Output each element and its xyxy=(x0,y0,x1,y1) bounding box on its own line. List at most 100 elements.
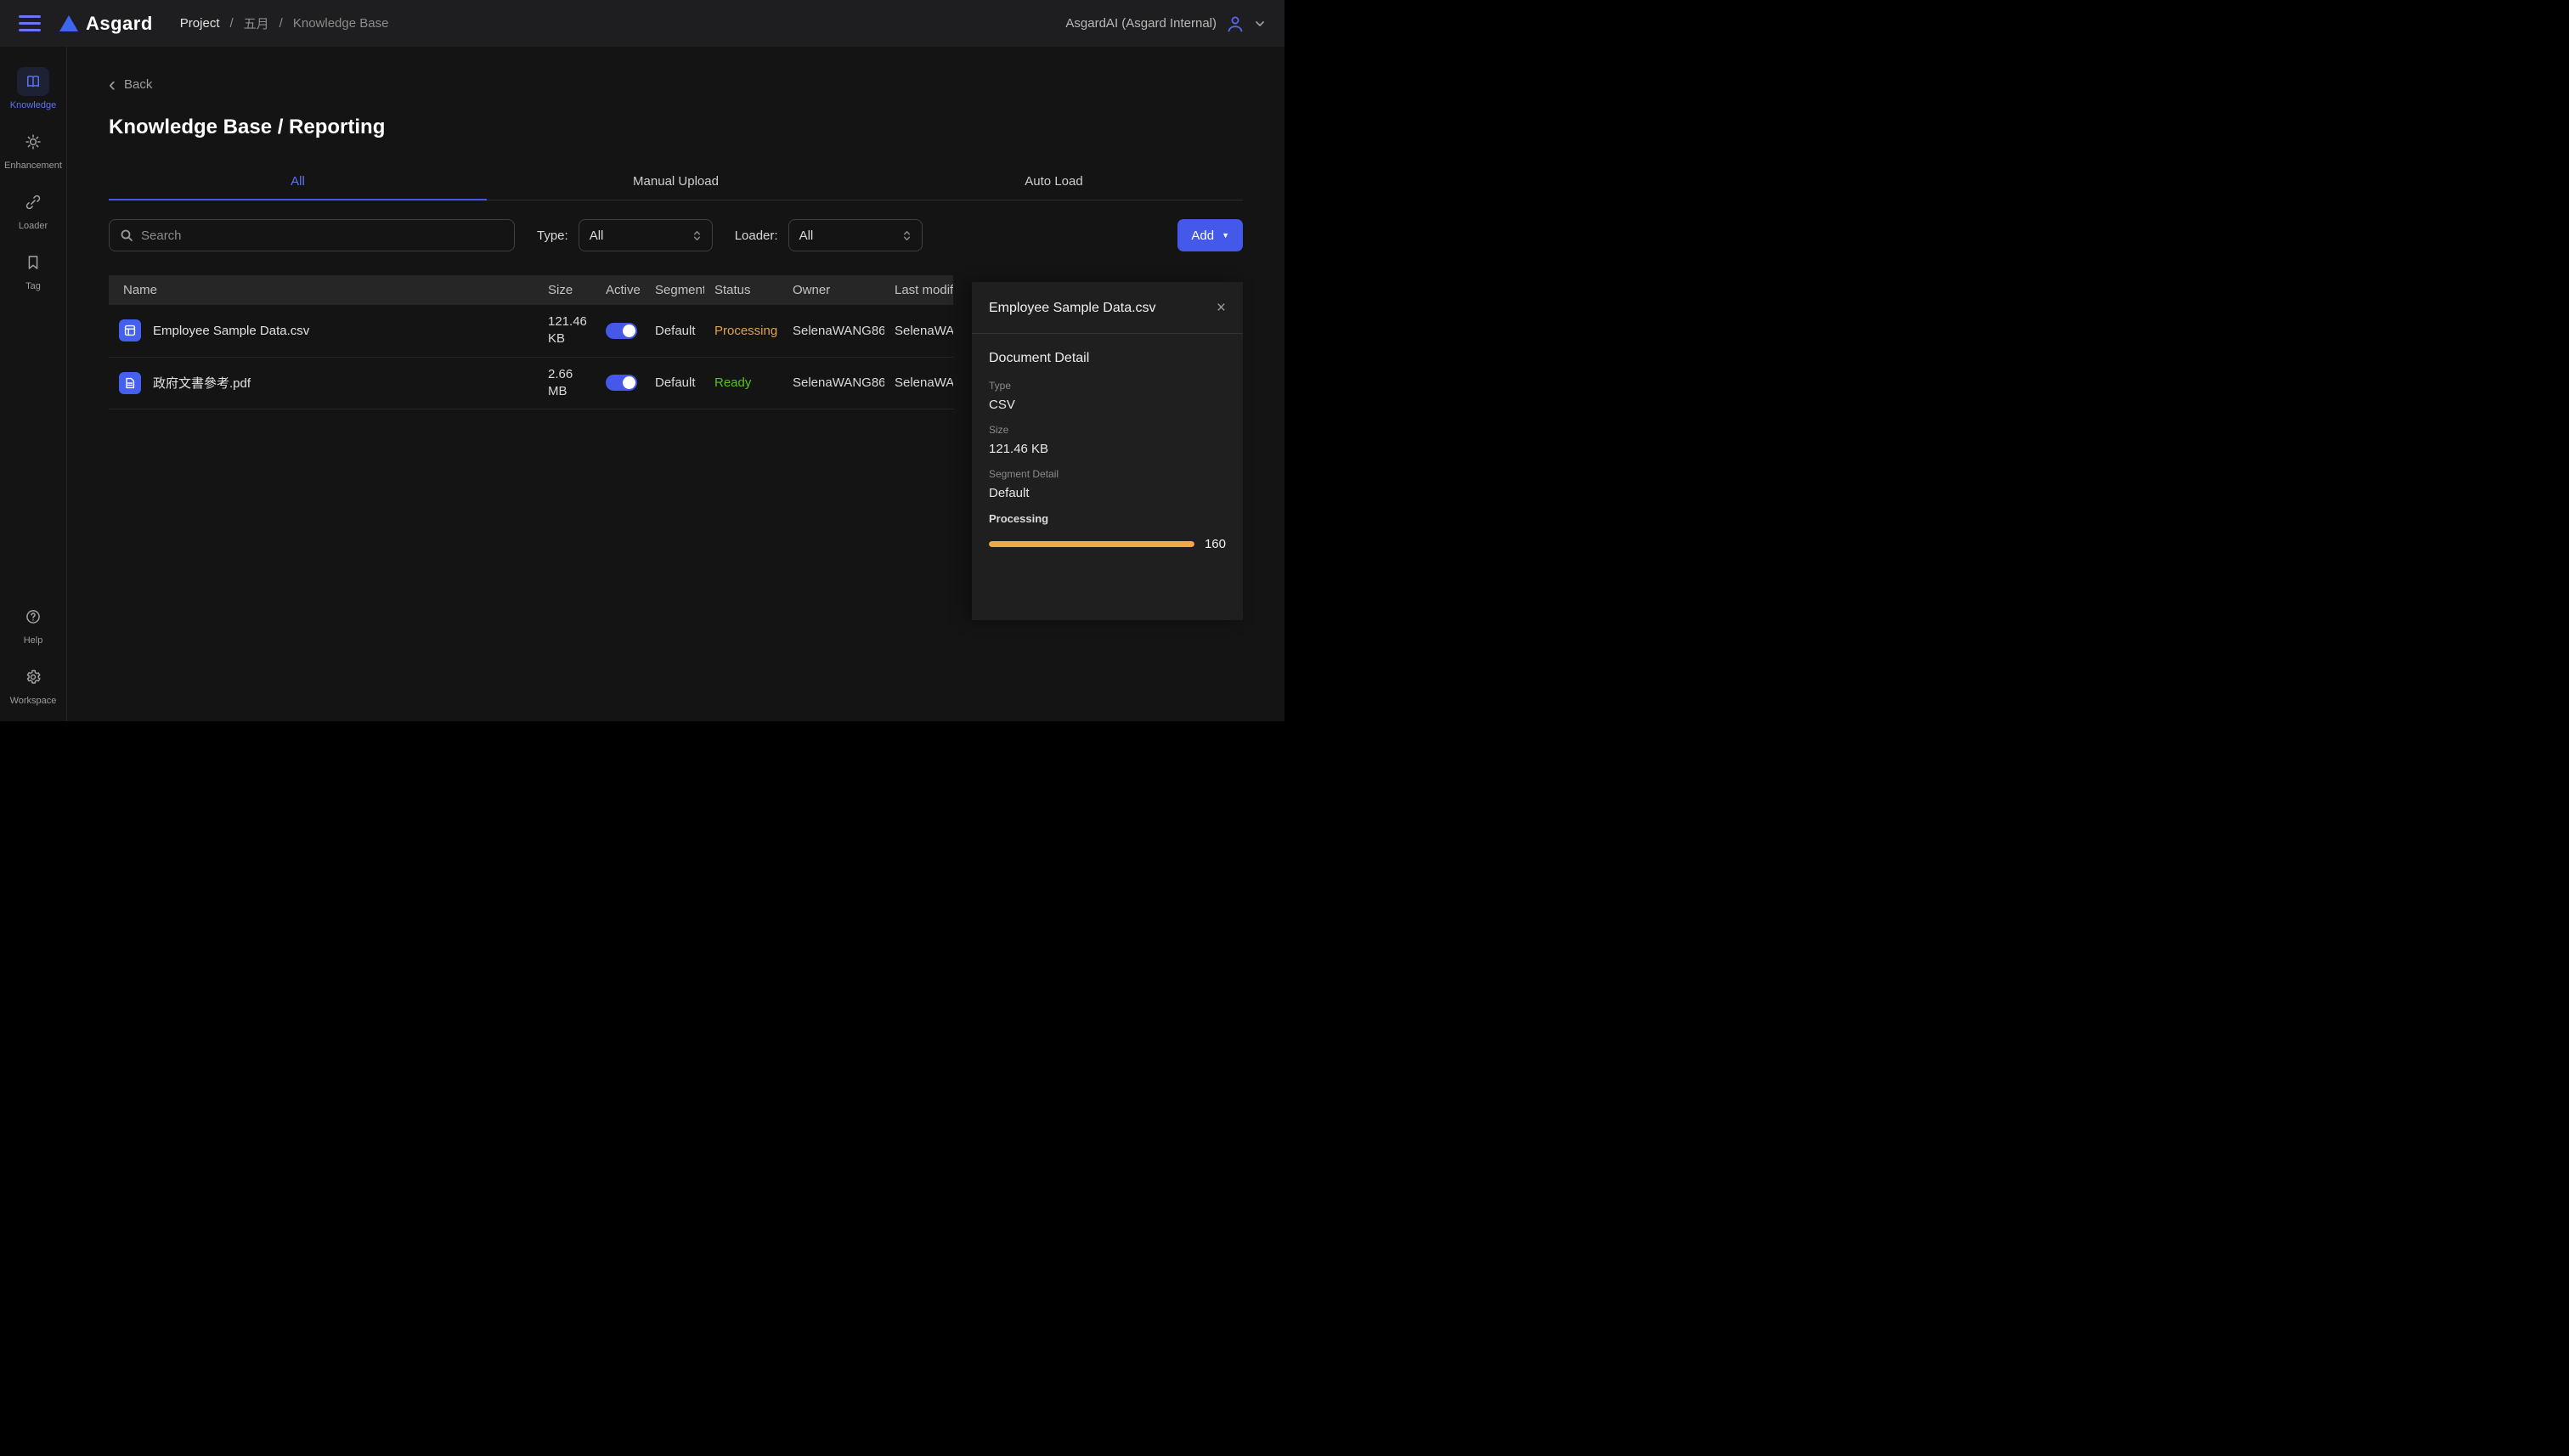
type-filter-label: Type: xyxy=(537,229,568,243)
sun-icon xyxy=(17,127,49,156)
sidebar-item-workspace[interactable]: Workspace xyxy=(10,663,57,706)
document-segment: Default xyxy=(645,357,704,409)
sidebar-item-label: Tag xyxy=(25,281,41,291)
progress-bar-fill xyxy=(989,541,1194,547)
breadcrumb-separator: / xyxy=(229,16,233,31)
breadcrumb-current: Knowledge Base xyxy=(293,16,389,31)
document-segment: Default xyxy=(645,305,704,357)
add-caret-icon: ▼ xyxy=(1222,232,1229,240)
tab-manual-upload[interactable]: Manual Upload xyxy=(487,164,865,200)
account-area[interactable]: AsgardAI (Asgard Internal) xyxy=(1065,14,1266,34)
breadcrumb-separator: / xyxy=(279,16,283,31)
back-label: Back xyxy=(124,77,152,92)
select-arrows-icon xyxy=(692,229,702,242)
search-icon xyxy=(120,229,133,242)
document-name: Employee Sample Data.csv xyxy=(153,324,309,338)
breadcrumb: Project / 五月 / Knowledge Base xyxy=(180,14,389,32)
sidebar-item-tag[interactable]: Tag xyxy=(17,248,49,291)
breadcrumb-project[interactable]: Project xyxy=(180,16,220,31)
gear-icon xyxy=(17,663,49,691)
processing-label: Processing xyxy=(989,512,1226,525)
document-last-modified-by: SelenaWANG86 xyxy=(884,305,953,357)
sidebar-item-label: Knowledge xyxy=(10,100,56,110)
column-header-segment: Segment xyxy=(645,275,704,305)
column-header-status: Status xyxy=(704,275,782,305)
back-button[interactable]: ‹ Back xyxy=(109,77,152,92)
sidebar-item-label: Loader xyxy=(19,221,48,231)
add-button[interactable]: Add ▼ xyxy=(1177,219,1243,251)
field-value: 121.46 KB xyxy=(989,442,1226,456)
sidebar-item-loader[interactable]: Loader xyxy=(17,188,49,231)
document-last-modified-by: SelenaWANG86 xyxy=(884,357,953,409)
column-header-last-modified: Last modified by xyxy=(884,275,953,305)
chevron-down-icon[interactable] xyxy=(1254,18,1266,30)
column-header-size: Size xyxy=(538,275,596,305)
document-name: 政府文書參考.pdf xyxy=(153,374,251,392)
book-icon xyxy=(17,67,49,96)
type-select-value: All xyxy=(590,229,604,243)
csv-file-icon xyxy=(119,319,141,341)
column-header-owner: Owner xyxy=(782,275,884,305)
document-size: 121.46 KB xyxy=(538,305,596,357)
question-circle-icon xyxy=(17,602,49,631)
type-select[interactable]: All xyxy=(579,219,713,251)
pdf-file-icon xyxy=(119,372,141,394)
status-badge: Ready xyxy=(704,357,782,409)
tab-auto-load[interactable]: Auto Load xyxy=(865,164,1243,200)
user-icon xyxy=(1225,14,1245,34)
close-icon[interactable]: × xyxy=(1217,302,1226,315)
active-toggle[interactable] xyxy=(606,323,637,339)
back-chevron-icon: ‹ xyxy=(109,79,116,91)
column-header-active: Active xyxy=(596,275,645,305)
sidebar-item-knowledge[interactable]: Knowledge xyxy=(10,67,56,110)
table-row[interactable]: Employee Sample Data.csv 121.46 KB Defau… xyxy=(109,305,953,357)
detail-section-title: Document Detail xyxy=(989,351,1226,366)
breadcrumb-month[interactable]: 五月 xyxy=(244,14,269,32)
logo-triangle-icon xyxy=(59,15,78,31)
main-content: ‹ Back Knowledge Base / Reporting All Ma… xyxy=(67,47,1284,721)
detail-field-type: Type CSV xyxy=(989,380,1226,412)
tab-bar: All Manual Upload Auto Load xyxy=(109,164,1243,200)
logo[interactable]: Asgard xyxy=(59,13,153,35)
detail-field-segment: Segment Detail Default xyxy=(989,468,1226,500)
detail-panel-body: Document Detail Type CSV Size 121.46 KB … xyxy=(972,334,1243,568)
detail-field-size: Size 121.46 KB xyxy=(989,424,1226,456)
documents-table-container: Name Size Active Segment Status Owner La… xyxy=(109,275,953,409)
loader-filter-label: Loader: xyxy=(735,229,778,243)
sidebar: Knowledge Enhancement Loader Tag Help xyxy=(0,47,67,721)
active-toggle[interactable] xyxy=(606,375,637,391)
field-value: Default xyxy=(989,486,1226,500)
top-navbar: Asgard Project / 五月 / Knowledge Base Asg… xyxy=(0,0,1284,47)
detail-panel-header: Employee Sample Data.csv × xyxy=(972,282,1243,334)
search-input[interactable] xyxy=(141,229,504,243)
field-label: Segment Detail xyxy=(989,468,1226,480)
loader-select-value: All xyxy=(799,229,814,243)
tab-all[interactable]: All xyxy=(109,164,487,200)
documents-table: Name Size Active Segment Status Owner La… xyxy=(109,275,953,409)
progress-value: 160 xyxy=(1205,537,1226,551)
document-size: 2.66 MB xyxy=(538,357,596,409)
loader-select[interactable]: All xyxy=(788,219,923,251)
field-label: Type xyxy=(989,380,1226,392)
status-badge: Processing xyxy=(704,305,782,357)
document-owner: SelenaWANG86 xyxy=(782,357,884,409)
field-value: CSV xyxy=(989,398,1226,412)
table-header-row: Name Size Active Segment Status Owner La… xyxy=(109,275,953,305)
search-box xyxy=(109,219,515,251)
select-arrows-icon xyxy=(902,229,912,242)
sidebar-item-enhancement[interactable]: Enhancement xyxy=(4,127,62,171)
sidebar-item-help[interactable]: Help xyxy=(17,602,49,646)
sidebar-item-label: Help xyxy=(24,635,43,646)
add-button-label: Add xyxy=(1191,229,1214,243)
page-title: Knowledge Base / Reporting xyxy=(109,116,1243,139)
document-owner: SelenaWANG86 xyxy=(782,305,884,357)
column-header-name: Name xyxy=(109,275,538,305)
account-label: AsgardAI (Asgard Internal) xyxy=(1065,16,1217,31)
detail-panel-title: Employee Sample Data.csv xyxy=(989,301,1156,316)
menu-icon[interactable] xyxy=(19,15,41,31)
table-row[interactable]: 政府文書參考.pdf 2.66 MB Default Ready SelenaW… xyxy=(109,357,953,409)
link-icon xyxy=(17,188,49,217)
filter-bar: Type: All Loader: All Add ▼ xyxy=(109,219,1243,251)
bookmark-icon xyxy=(17,248,49,277)
logo-text: Asgard xyxy=(86,13,153,35)
